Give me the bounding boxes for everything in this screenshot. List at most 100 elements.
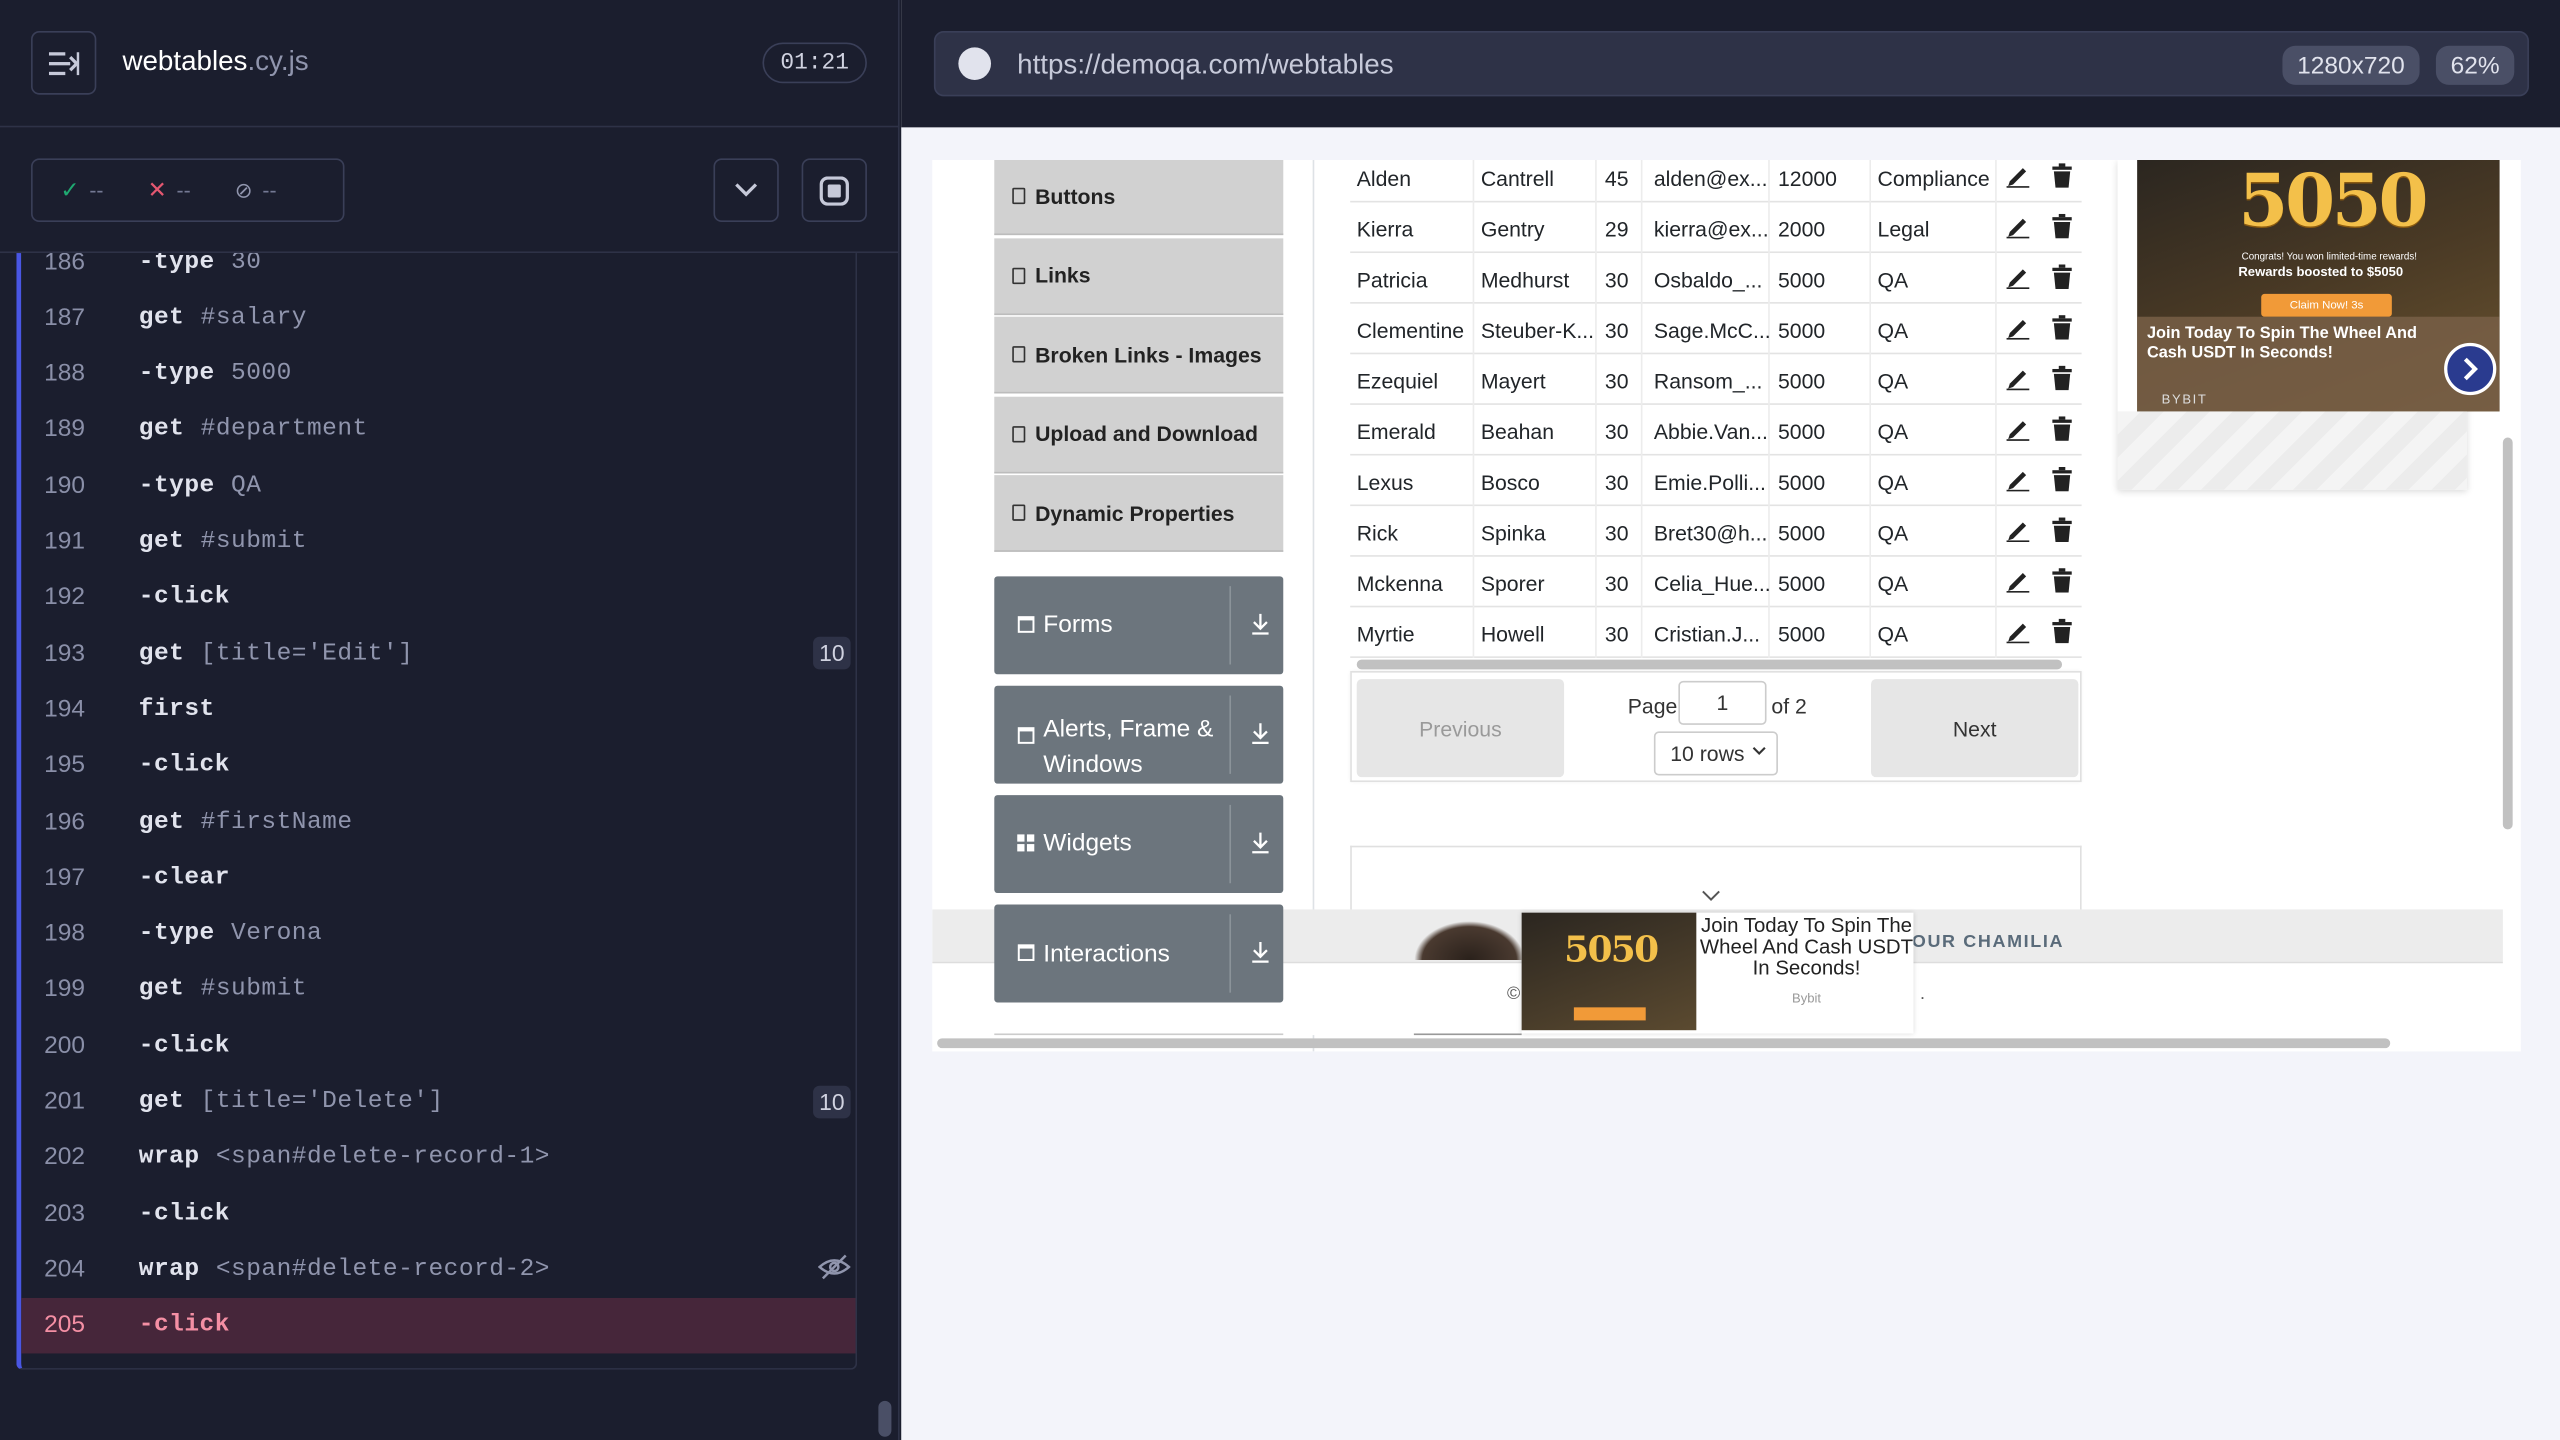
column-divider [1995, 303, 1997, 355]
table-cell: 5000 [1777, 622, 1826, 647]
rows-per-page-select[interactable]: 10 rows [1653, 731, 1778, 776]
command-row[interactable]: 196 get #firstName [21, 793, 855, 849]
table-cell: 30 [1604, 318, 1629, 343]
command-row[interactable]: 205 -click [21, 1297, 856, 1353]
delete-icon[interactable] [2052, 213, 2072, 239]
command-row[interactable]: 202 wrap <span#delete-record-1> [21, 1129, 855, 1185]
sticky-ad-image[interactable]: 5050 [1521, 912, 1697, 1031]
command-row[interactable]: 204 wrap <span#delete-record-2> [21, 1241, 855, 1297]
table-cell: Spinka [1480, 520, 1546, 546]
delete-icon[interactable] [2052, 416, 2072, 441]
sidebar-group[interactable]: Interactions [994, 904, 1284, 1003]
delete-icon[interactable] [2052, 466, 2072, 492]
edit-icon[interactable] [2006, 518, 2030, 543]
command-row[interactable]: 192 -click [21, 569, 855, 625]
reporter-scrollbar[interactable] [878, 1400, 892, 1437]
edit-icon[interactable] [2006, 163, 2030, 188]
command-name: -click [138, 1199, 230, 1228]
zoom-badge[interactable]: 62% [2435, 45, 2515, 85]
ad-image[interactable]: 5050 Congrats! You won limited-time rewa… [2137, 160, 2500, 412]
sidebar-group[interactable]: Widgets [994, 795, 1284, 894]
pending-icon: ⊘ [234, 177, 253, 202]
edit-icon[interactable] [2006, 467, 2030, 492]
viewport-size-badge[interactable]: 1280x720 [2282, 45, 2420, 85]
delete-icon[interactable] [2052, 568, 2072, 593]
sidebar-item[interactable]: Broken Links - Images [994, 316, 1284, 394]
advertisement[interactable]: 5050 Congrats! You won limited-time rewa… [2117, 160, 2500, 490]
edit-icon[interactable] [2006, 619, 2030, 644]
command-row[interactable]: 189 get #department [21, 401, 855, 457]
delete-icon[interactable] [2052, 163, 2072, 188]
sidebar-group[interactable]: Forms [994, 576, 1284, 675]
command-name: wrap <span#delete-record-2> [138, 1255, 550, 1284]
specs-menu-button[interactable] [31, 31, 97, 95]
sidebar-item[interactable]: Upload and Download [994, 395, 1284, 473]
ad-subtext: Congrats! You won limited-time rewards! [2241, 253, 2417, 263]
delete-icon[interactable] [2052, 517, 2072, 543]
edit-icon[interactable] [2006, 416, 2030, 441]
table-cell: 2000 [1777, 217, 1826, 242]
previous-button[interactable]: Previous [1356, 679, 1565, 778]
table-cell: QA [1877, 368, 1909, 394]
document-icon [1012, 266, 1026, 284]
column-divider [1595, 303, 1597, 355]
table-scrollbar[interactable] [1356, 659, 2063, 670]
delete-icon[interactable] [2052, 315, 2072, 340]
command-row[interactable]: 195 -click [21, 737, 855, 793]
column-divider [1640, 354, 1643, 405]
command-row[interactable]: 199 get #submit [21, 961, 855, 1017]
column-divider [1995, 202, 1997, 254]
ad-next-button[interactable] [2444, 342, 2497, 396]
sidebar-item[interactable]: Dynamic Properties [994, 475, 1284, 552]
table-cell: Myrtie [1356, 622, 1415, 647]
command-row[interactable]: 201 get [title='Delete'] 10 [21, 1073, 855, 1129]
page-horizontal-scrollbar[interactable] [937, 1038, 2391, 1049]
command-number: 188 [44, 359, 85, 388]
command-name: -click [138, 751, 230, 780]
url-bar[interactable]: https://demoqa.com/webtables 1280x720 62… [933, 31, 2529, 97]
table-cell: Abbie.Van... [1653, 419, 1768, 445]
sidebar-group[interactable]: Alerts, Frame & Windows [994, 685, 1284, 784]
command-number: 201 [44, 1087, 85, 1116]
command-argument: 5000 [231, 359, 292, 388]
delete-icon[interactable] [2052, 264, 2072, 289]
ad-claim-button[interactable]: Claim Now! 3s [2261, 293, 2392, 317]
command-row[interactable]: 200 -click [21, 1017, 855, 1073]
delete-icon[interactable] [2052, 365, 2072, 391]
command-row[interactable]: 193 get [title='Edit'] 10 [21, 625, 855, 681]
command-row[interactable]: 198 -type Verona [21, 905, 855, 961]
sticky-advertisement[interactable]: 5050 Join Today To Spin The Wheel And Ca… [1521, 912, 1914, 1034]
table-cell: Sporer [1480, 571, 1545, 596]
table-cell: Compliance [1877, 166, 1990, 192]
command-name: first [138, 695, 215, 724]
edit-icon[interactable] [2006, 568, 2030, 593]
command-row[interactable]: 188 -type 5000 [21, 345, 855, 401]
chevron-down-icon [735, 183, 758, 197]
edit-icon[interactable] [2006, 264, 2030, 289]
command-row[interactable]: 190 -type QA [21, 457, 855, 513]
command-row[interactable]: 203 -click [21, 1185, 855, 1241]
command-row[interactable]: 197 -clear [21, 849, 855, 905]
command-name: -type Verona [138, 919, 323, 948]
edit-icon[interactable] [2006, 214, 2030, 239]
command-row[interactable]: 191 get #submit [21, 513, 855, 569]
command-number: 192 [44, 583, 85, 612]
stop-button[interactable] [801, 158, 867, 223]
collapse-button[interactable] [713, 158, 779, 223]
edit-icon[interactable] [2006, 366, 2030, 391]
delete-icon[interactable] [2052, 618, 2072, 644]
chevron-down-icon[interactable] [1701, 890, 1721, 903]
command-row[interactable]: 186 -type 30 [21, 253, 855, 289]
command-row[interactable]: 194 first [21, 681, 855, 737]
edit-icon[interactable] [2006, 315, 2030, 340]
sidebar-item[interactable]: Buttons [994, 160, 1284, 236]
selector-playground-icon[interactable] [958, 47, 992, 80]
table-cell: Cristian.J... [1653, 622, 1761, 647]
next-button[interactable]: Next [1871, 679, 2079, 778]
page-input[interactable]: 1 [1678, 680, 1767, 725]
column-divider [1995, 160, 1997, 203]
table-cell: Gentry [1480, 217, 1545, 242]
command-row[interactable]: 187 get #salary [21, 289, 855, 345]
sidebar-item[interactable]: Links [994, 237, 1284, 315]
page-vertical-scrollbar[interactable] [2502, 437, 2513, 830]
